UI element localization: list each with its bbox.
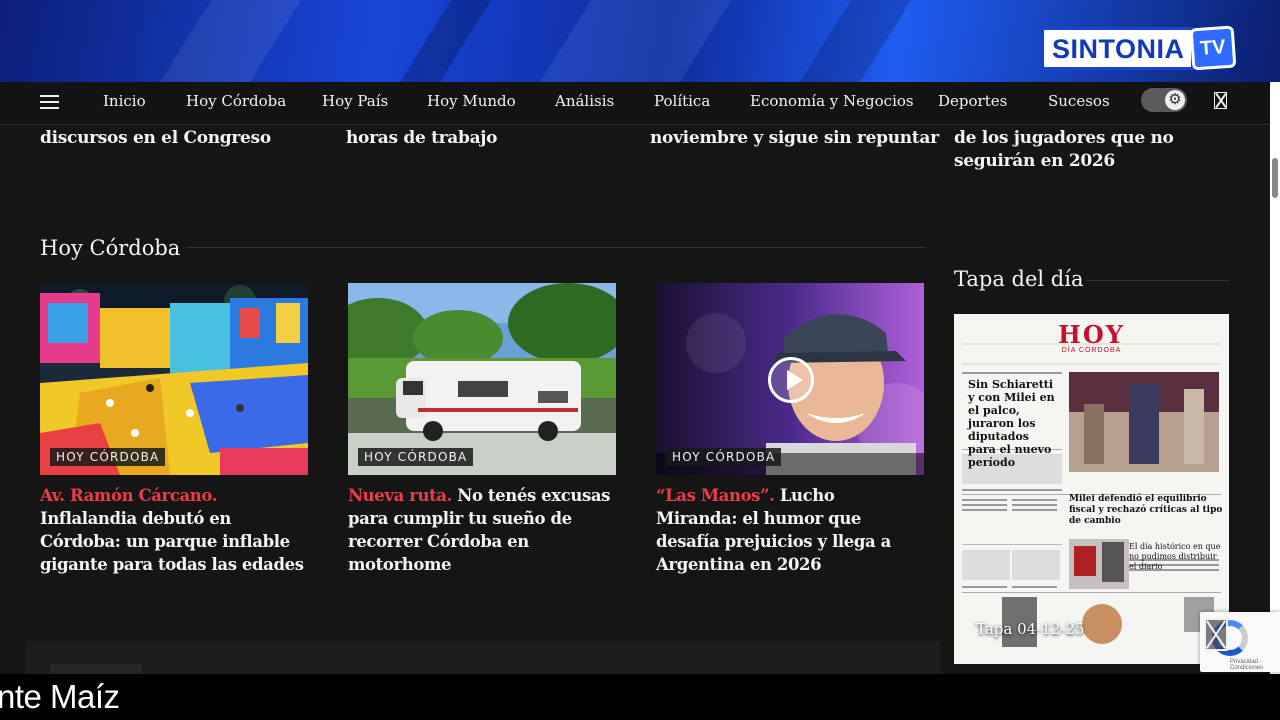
dark-mode-toggle[interactable]: ⚙	[1141, 88, 1187, 112]
headline-partial[interactable]: discursos en el Congreso	[40, 127, 330, 150]
banner-streak	[123, 0, 327, 82]
headline-partial[interactable]: noviembre y sigue sin repuntar	[650, 127, 940, 150]
main-nav: Inicio Hoy Córdoba Hoy País Hoy Mundo An…	[0, 82, 1270, 125]
card-kicker[interactable]: Nueva ruta.	[348, 486, 452, 505]
banner-streak	[763, 0, 937, 82]
sintonia-tv-logo: SINTONIA TV	[1041, 25, 1236, 71]
section-title[interactable]: Hoy Córdoba	[40, 236, 180, 260]
card-title[interactable]: Nueva ruta. No tenés excusas para cumpli…	[348, 484, 620, 576]
hamburger-menu-icon[interactable]	[40, 94, 59, 110]
card-image-motorhome[interactable]: HOY CÓRDOBA	[348, 283, 616, 475]
nav-item-hoy-mundo[interactable]: Hoy Mundo	[427, 92, 516, 110]
card-headline[interactable]: Inflalandia debutó en Córdoba: un parque…	[40, 509, 304, 574]
ticker-text: nte Maíz	[0, 678, 120, 715]
nav-item-hoy-cordoba[interactable]: Hoy Córdoba	[186, 92, 286, 110]
nav-item-analisis[interactable]: Análisis	[555, 92, 614, 110]
logo-tv: TV	[1189, 25, 1236, 71]
newspaper-cover-image	[954, 314, 1229, 664]
tv-ticker: nte Maíz	[0, 674, 1280, 720]
broadcast-banner: SINTONIA TV	[0, 0, 1280, 82]
banner-streak	[503, 0, 757, 82]
tapa-divider	[1086, 280, 1229, 281]
banner-streak	[363, 0, 517, 82]
x-social-icon[interactable]	[1214, 92, 1227, 109]
paper-masthead: HOY	[1058, 320, 1125, 349]
section-badge[interactable]: HOY CÓRDOBA	[666, 448, 782, 466]
card-kicker[interactable]: “Las Manos”.	[656, 486, 775, 505]
nav-item-deportes[interactable]: Deportes	[938, 92, 1007, 110]
section-badge[interactable]: HOY CÓRDOBA	[50, 448, 166, 466]
headline-partial[interactable]: de los jugadores que no seguirán en 2026	[954, 127, 1239, 173]
card-image-lucho-miranda[interactable]: HOY CÓRDOBA	[656, 283, 924, 475]
card-kicker[interactable]: Av. Ramón Cárcano.	[40, 486, 217, 505]
motorhome-photo	[348, 283, 616, 475]
paper-subtitle: DÍA CÓRDOBA	[1061, 347, 1122, 354]
nav-item-inicio[interactable]: Inicio	[103, 92, 146, 110]
paper-main-headline: Sin Schiaretti y con Milei en el palco, …	[968, 378, 1055, 469]
gear-icon: ⚙	[1165, 90, 1185, 110]
section-badge[interactable]: HOY CÓRDOBA	[358, 448, 474, 466]
card-title[interactable]: “Las Manos”. Lucho Miranda: el humor que…	[656, 484, 918, 576]
newspaper-cover[interactable]: HOY DÍA CÓRDOBA Sin Schiaretti y con Mil…	[954, 314, 1229, 664]
tapa-date-label[interactable]: Tapa 04-12-25	[976, 620, 1085, 638]
paper-second-headline: Milei defendió el equilibrio fiscal y re…	[1069, 494, 1223, 526]
play-icon[interactable]	[768, 357, 814, 403]
nav-item-sucesos[interactable]: Sucesos	[1048, 92, 1110, 110]
card-image-inflalandia[interactable]: HOY CÓRDOBA	[40, 283, 308, 475]
logo-text: SINTONIA	[1041, 26, 1194, 70]
scrollbar-thumb[interactable]	[1272, 158, 1278, 198]
card-title[interactable]: Av. Ramón Cárcano. Inflalandia debutó en…	[40, 484, 312, 576]
section-divider	[186, 247, 926, 248]
inflatable-park-photo	[40, 283, 308, 475]
nav-item-economia[interactable]: Economía y Negocios	[750, 92, 914, 110]
paper-third-headline: El día histórico en que no pudimos distr…	[1129, 542, 1221, 571]
nav-item-politica[interactable]: Política	[654, 92, 710, 110]
tapa-title: Tapa del día	[954, 267, 1084, 291]
headline-partial[interactable]: horas de trabajo	[346, 127, 636, 150]
x-share-icon[interactable]	[1204, 618, 1228, 651]
nav-item-hoy-pais[interactable]: Hoy País	[322, 92, 388, 110]
recaptcha-text[interactable]: Privacidad - Condiciones	[1230, 659, 1280, 671]
